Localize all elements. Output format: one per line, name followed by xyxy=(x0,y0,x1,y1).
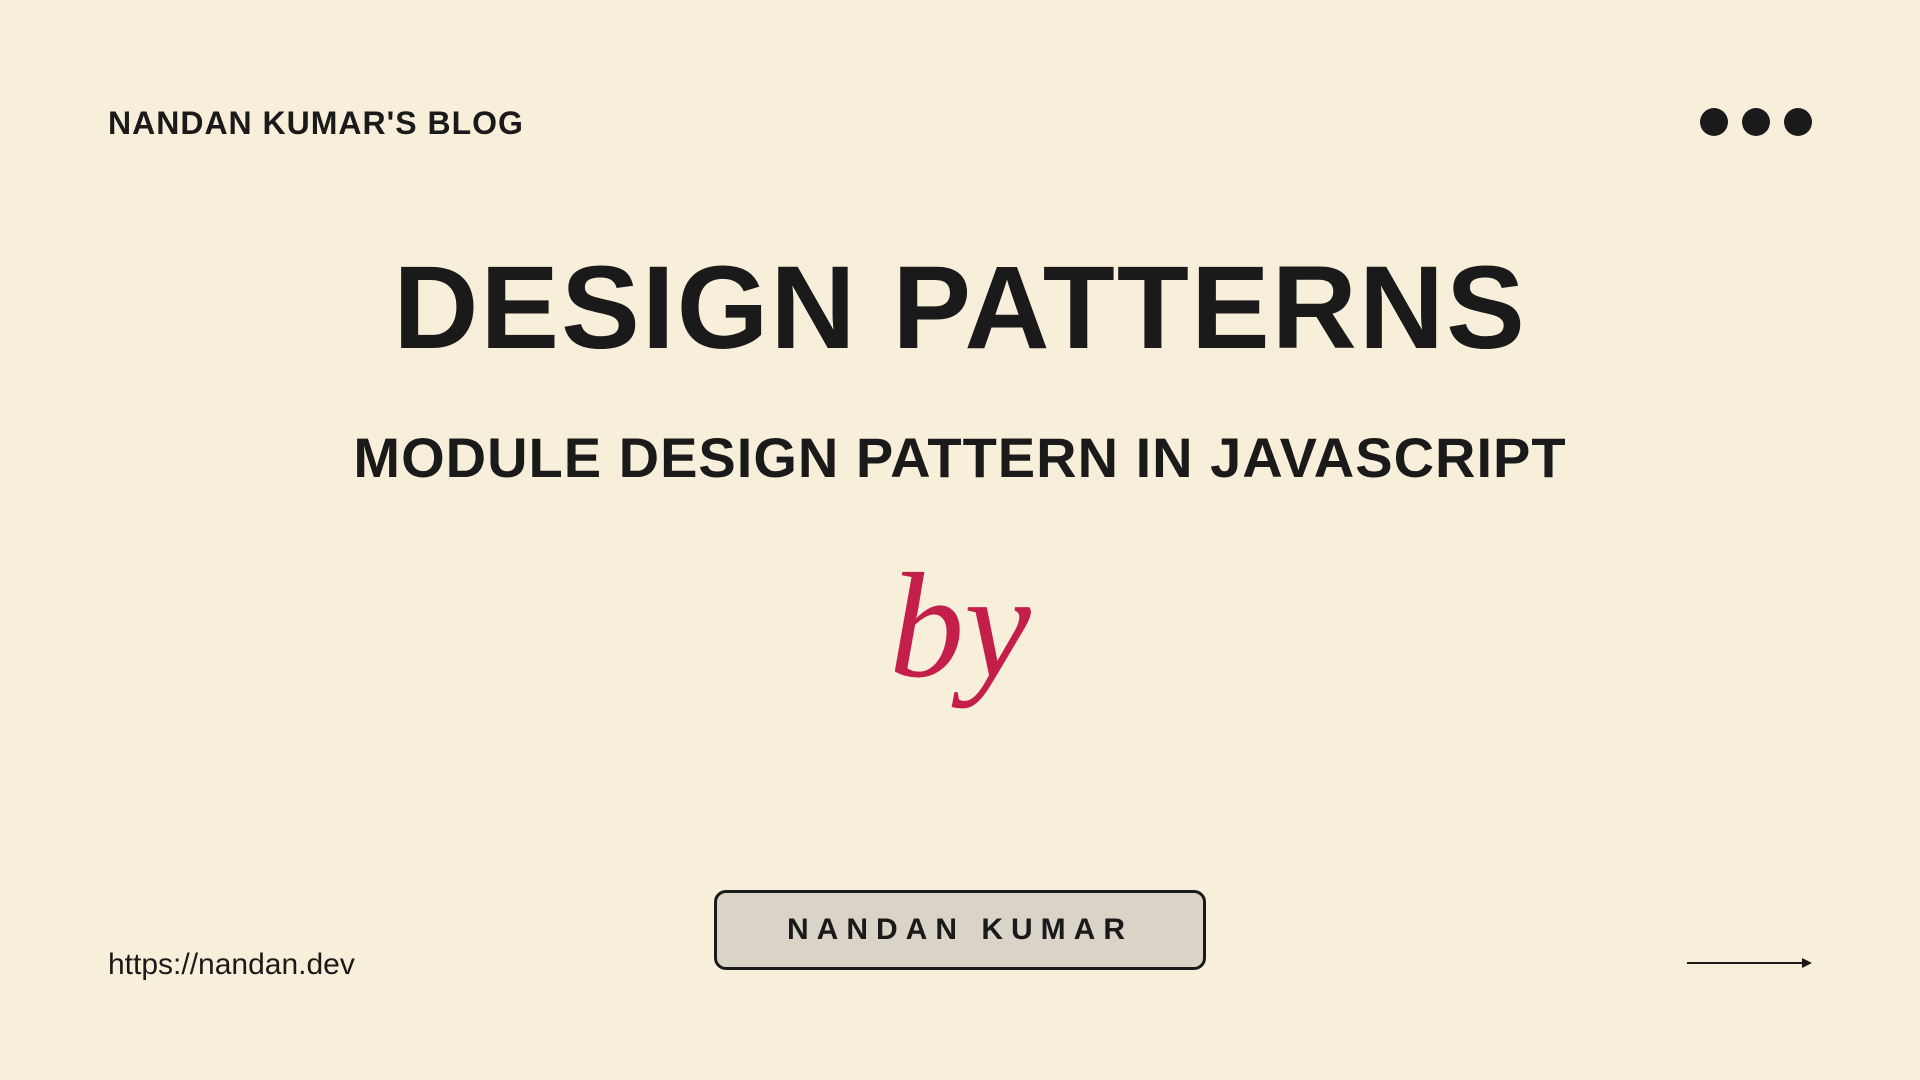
author-name-box: NANDAN KUMAR xyxy=(714,890,1206,970)
arrow-decoration xyxy=(1687,958,1812,968)
main-title: DESIGN PATTERNS xyxy=(393,240,1527,376)
subtitle: Module Design Pattern in Javascript xyxy=(353,425,1566,490)
dot-icon xyxy=(1784,108,1812,136)
dots-decoration xyxy=(1700,108,1812,136)
arrow-line-icon xyxy=(1687,962,1802,964)
dot-icon xyxy=(1700,108,1728,136)
blog-name-header: NANDAN KUMAR'S BLOG xyxy=(108,105,524,142)
website-url: https://nandan.dev xyxy=(108,948,355,982)
by-text: by xyxy=(889,540,1031,712)
dot-icon xyxy=(1742,108,1770,136)
arrow-head-icon xyxy=(1802,958,1812,968)
